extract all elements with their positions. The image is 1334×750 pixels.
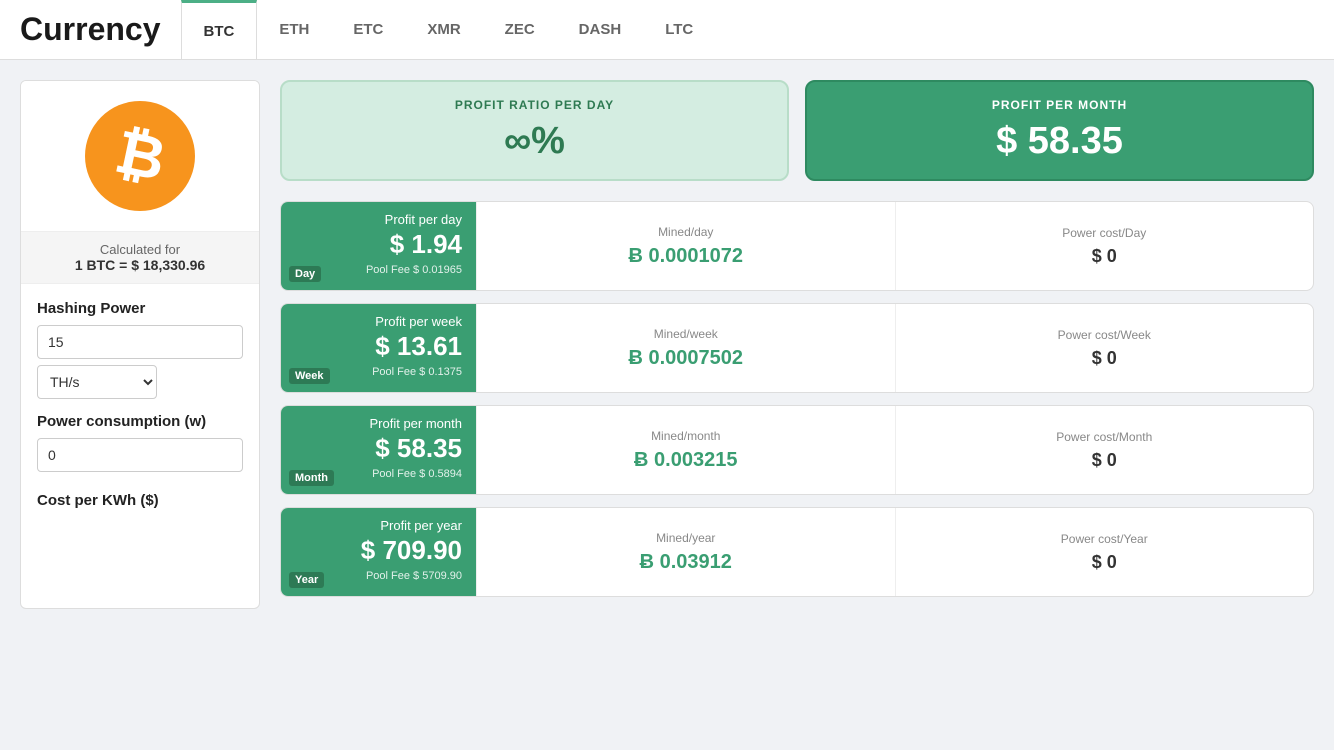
power-value-month: $ 0 bbox=[1092, 450, 1117, 471]
mined-value-month: Ƀ 0.003215 bbox=[634, 449, 737, 472]
period-label-month: Month bbox=[289, 470, 334, 486]
profit-value-year: $ 709.90 bbox=[295, 535, 462, 566]
result-row-month: Profit per month $ 58.35 Pool Fee $ 0.58… bbox=[280, 405, 1314, 495]
power-cell-week: Power cost/Week $ 0 bbox=[895, 304, 1314, 392]
hashing-power-label: Hashing Power bbox=[37, 300, 243, 317]
left-panel: ₿ Calculated for 1 BTC = $ 18,330.96 Has… bbox=[20, 80, 260, 609]
btc-logo: ₿ bbox=[85, 101, 195, 211]
power-label-day: Power cost/Day bbox=[1062, 226, 1146, 240]
tab-xmr[interactable]: XMR bbox=[405, 0, 482, 59]
profit-value-week: $ 13.61 bbox=[295, 331, 462, 362]
profit-value-month: $ 58.35 bbox=[295, 433, 462, 464]
profit-month-card: PROFIT PER MONTH $ 58.35 bbox=[805, 80, 1314, 181]
power-value-day: $ 0 bbox=[1092, 246, 1117, 267]
mined-cell-year: Mined/year Ƀ 0.03912 bbox=[476, 508, 895, 596]
hashing-power-input[interactable] bbox=[37, 325, 243, 359]
right-panel: PROFIT RATIO PER DAY ∞% PROFIT PER MONTH… bbox=[280, 80, 1314, 609]
tab-zec[interactable]: ZEC bbox=[483, 0, 557, 59]
page-title: Currency bbox=[20, 11, 161, 48]
mined-value-year: Ƀ 0.03912 bbox=[640, 551, 732, 574]
btc-price: 1 BTC = $ 18,330.96 bbox=[31, 257, 249, 273]
power-consumption-label: Power consumption (w) bbox=[37, 413, 243, 430]
mined-label-day: Mined/day bbox=[658, 225, 713, 239]
power-label-week: Power cost/Week bbox=[1058, 328, 1151, 342]
profit-ratio-value: ∞% bbox=[504, 120, 565, 163]
mined-value-day: Ƀ 0.0001072 bbox=[628, 245, 743, 268]
mined-label-year: Mined/year bbox=[656, 531, 715, 545]
power-label-year: Power cost/Year bbox=[1061, 532, 1148, 546]
profit-value-day: $ 1.94 bbox=[295, 229, 462, 260]
profit-label-year: Profit per year bbox=[295, 518, 462, 533]
result-left-day: Profit per day $ 1.94 Pool Fee $ 0.01965… bbox=[281, 202, 476, 290]
mined-label-month: Mined/month bbox=[651, 429, 720, 443]
currency-tabs: BTCETHETCXMRZECDASHLTC bbox=[181, 0, 716, 59]
left-form: Hashing Power TH/s GH/s MH/s Power consu… bbox=[21, 284, 259, 533]
stat-cards: PROFIT RATIO PER DAY ∞% PROFIT PER MONTH… bbox=[280, 80, 1314, 181]
power-value-week: $ 0 bbox=[1092, 348, 1117, 369]
power-label-month: Power cost/Month bbox=[1056, 430, 1152, 444]
profit-label-week: Profit per week bbox=[295, 314, 462, 329]
mined-label-week: Mined/week bbox=[654, 327, 718, 341]
result-row-week: Profit per week $ 13.61 Pool Fee $ 0.137… bbox=[280, 303, 1314, 393]
result-row-day: Profit per day $ 1.94 Pool Fee $ 0.01965… bbox=[280, 201, 1314, 291]
power-cell-day: Power cost/Day $ 0 bbox=[895, 202, 1314, 290]
power-value-year: $ 0 bbox=[1092, 552, 1117, 573]
power-cell-year: Power cost/Year $ 0 bbox=[895, 508, 1314, 596]
btc-symbol: ₿ bbox=[110, 122, 170, 191]
mined-value-week: Ƀ 0.0007502 bbox=[628, 347, 743, 370]
result-cells-day: Mined/day Ƀ 0.0001072 Power cost/Day $ 0 bbox=[476, 202, 1313, 290]
period-label-year: Year bbox=[289, 572, 324, 588]
period-label-day: Day bbox=[289, 266, 321, 282]
coin-logo-area: ₿ bbox=[21, 81, 259, 232]
profit-ratio-label: PROFIT RATIO PER DAY bbox=[455, 98, 614, 112]
tab-ltc[interactable]: LTC bbox=[643, 0, 715, 59]
power-consumption-input[interactable] bbox=[37, 438, 243, 472]
power-cell-month: Power cost/Month $ 0 bbox=[895, 406, 1314, 494]
profit-month-label: PROFIT PER MONTH bbox=[992, 98, 1127, 112]
result-left-month: Profit per month $ 58.35 Pool Fee $ 0.58… bbox=[281, 406, 476, 494]
cost-per-kwh-label: Cost per KWh ($) bbox=[37, 492, 243, 509]
result-cells-year: Mined/year Ƀ 0.03912 Power cost/Year $ 0 bbox=[476, 508, 1313, 596]
tab-btc[interactable]: BTC bbox=[181, 0, 258, 59]
mined-cell-month: Mined/month Ƀ 0.003215 bbox=[476, 406, 895, 494]
result-row-year: Profit per year $ 709.90 Pool Fee $ 5709… bbox=[280, 507, 1314, 597]
result-left-year: Profit per year $ 709.90 Pool Fee $ 5709… bbox=[281, 508, 476, 596]
mined-cell-week: Mined/week Ƀ 0.0007502 bbox=[476, 304, 895, 392]
main-layout: ₿ Calculated for 1 BTC = $ 18,330.96 Has… bbox=[0, 60, 1334, 629]
profit-ratio-card: PROFIT RATIO PER DAY ∞% bbox=[280, 80, 789, 181]
profit-label-month: Profit per month bbox=[295, 416, 462, 431]
result-cells-month: Mined/month Ƀ 0.003215 Power cost/Month … bbox=[476, 406, 1313, 494]
hashing-unit-select[interactable]: TH/s GH/s MH/s bbox=[37, 365, 157, 399]
tab-dash[interactable]: DASH bbox=[557, 0, 644, 59]
mined-cell-day: Mined/day Ƀ 0.0001072 bbox=[476, 202, 895, 290]
tab-etc[interactable]: ETC bbox=[331, 0, 405, 59]
calculated-for: Calculated for 1 BTC = $ 18,330.96 bbox=[21, 232, 259, 284]
calculated-for-label: Calculated for bbox=[100, 242, 180, 257]
profit-month-value: $ 58.35 bbox=[996, 120, 1123, 163]
result-rows-container: Profit per day $ 1.94 Pool Fee $ 0.01965… bbox=[280, 201, 1314, 597]
tab-eth[interactable]: ETH bbox=[257, 0, 331, 59]
header: Currency BTCETHETCXMRZECDASHLTC bbox=[0, 0, 1334, 60]
period-label-week: Week bbox=[289, 368, 330, 384]
profit-label-day: Profit per day bbox=[295, 212, 462, 227]
result-cells-week: Mined/week Ƀ 0.0007502 Power cost/Week $… bbox=[476, 304, 1313, 392]
result-left-week: Profit per week $ 13.61 Pool Fee $ 0.137… bbox=[281, 304, 476, 392]
